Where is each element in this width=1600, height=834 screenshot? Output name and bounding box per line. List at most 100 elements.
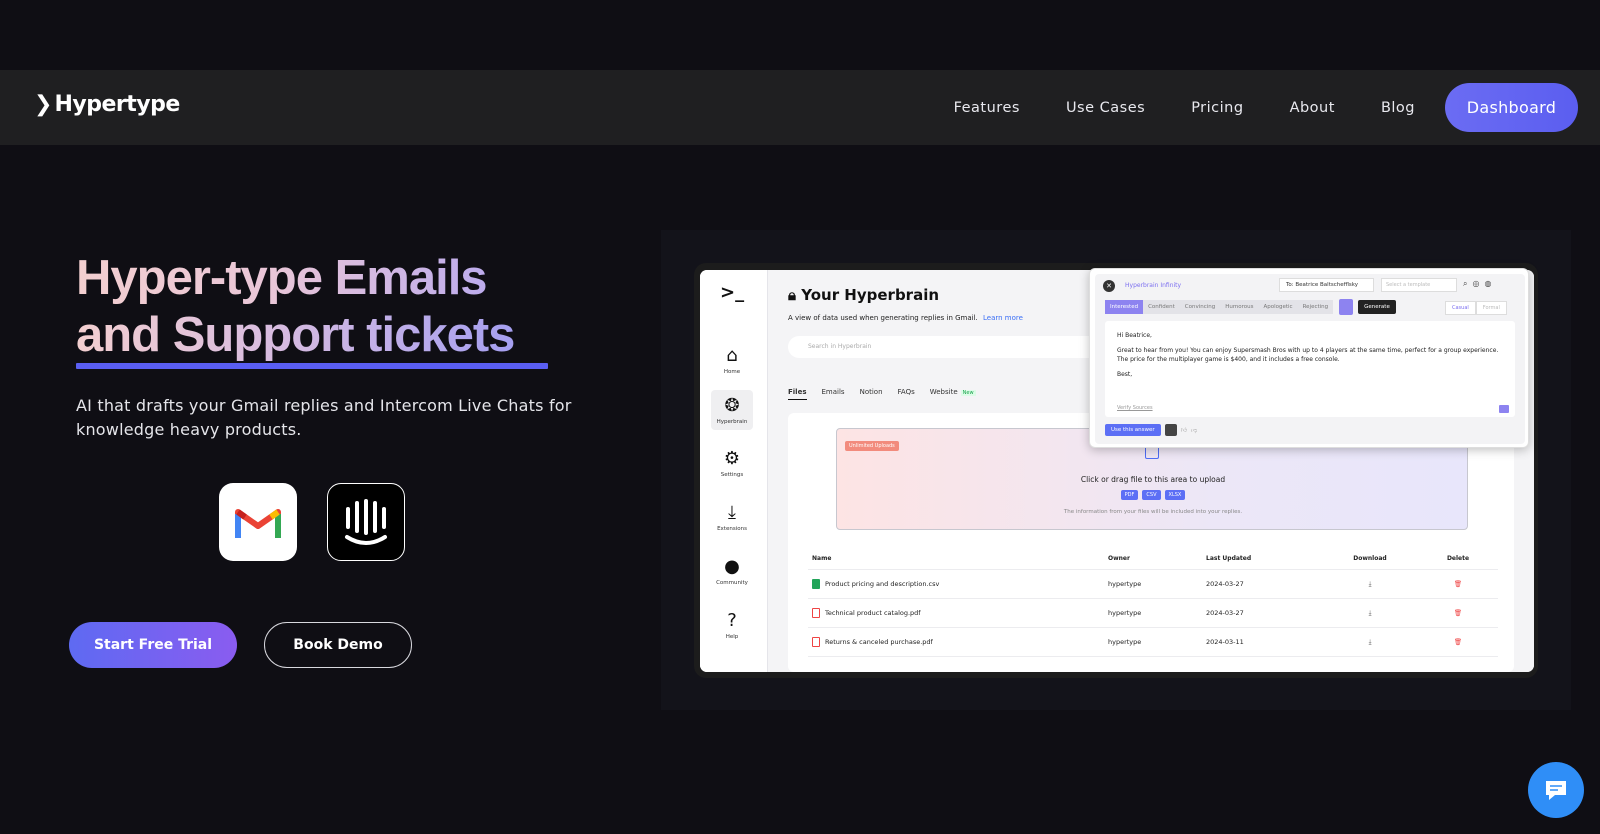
sidebar-item-label: Home: [723, 368, 741, 375]
table-row: Product pricing and description.csv hype…: [808, 570, 1498, 599]
sidebar-item-settings[interactable]: ⚙ Settings: [711, 443, 753, 483]
lock-icon: 🔒︎: [788, 286, 796, 304]
gmail-icon: [219, 483, 297, 561]
updated-cell: 2024-03-27: [1206, 580, 1244, 588]
sidebar-item-help[interactable]: ? Help: [711, 605, 753, 645]
use-this-answer-button[interactable]: Use this answer: [1105, 424, 1161, 436]
app-title-text: Your Hyperbrain: [801, 286, 940, 304]
learn-more-link[interactable]: Learn more: [983, 314, 1023, 322]
download-icon: ⤓: [728, 501, 736, 523]
nav-link-pricing[interactable]: Pricing: [1191, 100, 1243, 116]
copy-icon[interactable]: [1164, 424, 1177, 436]
tone-confident[interactable]: Confident: [1143, 300, 1180, 314]
hero-title-line-2: and Support tickets: [76, 308, 515, 362]
dashboard-button[interactable]: Dashboard: [1445, 83, 1578, 132]
tone-rejecting[interactable]: Rejecting: [1297, 300, 1334, 314]
nav-links: Features Use Cases Pricing About Blog Da…: [908, 70, 1600, 145]
table-row: Technical product catalog.pdf hypertype …: [808, 599, 1498, 628]
new-badge: New: [960, 390, 976, 396]
file-type-badge: XLSX: [1164, 490, 1186, 500]
tone-convincing[interactable]: Convincing: [1179, 300, 1221, 314]
reply-popup-inner: ✕ Hyperbrain Infinity To: Beatrice Balts…: [1095, 274, 1525, 444]
lightbulb-icon[interactable]: [1339, 299, 1354, 315]
app-description-text: A view of data used when generating repl…: [788, 314, 978, 322]
download-icon[interactable]: ⤓: [1322, 580, 1418, 589]
tabs: Files Emails Notion FAQs Website New: [788, 388, 976, 400]
app-sidebar: >_ ⌂ Home ❂ Hyperbrain ⚙ Settings ⤓ Exte…: [700, 270, 768, 672]
csv-file-icon: [812, 579, 820, 589]
download-icon[interactable]: ⤓: [1322, 638, 1418, 647]
chat-launcher-button[interactable]: [1528, 762, 1584, 818]
owner-cell: hypertype: [1108, 638, 1142, 646]
use-answer-bar: Use this answer 👍︎ 👎︎: [1105, 424, 1197, 436]
nav-link-about[interactable]: About: [1290, 100, 1335, 116]
sidebar-item-home[interactable]: ⌂ Home: [711, 340, 753, 380]
nav-link-blog[interactable]: Blog: [1381, 100, 1415, 116]
tone-interested[interactable]: Interested: [1105, 300, 1144, 314]
owner-cell: hypertype: [1108, 580, 1142, 588]
gear-icon: ⚙: [723, 447, 741, 469]
book-demo-button[interactable]: Book Demo: [264, 622, 412, 668]
trash-icon[interactable]: 🗑︎: [1418, 580, 1498, 588]
style-toggle: Casual Formal: [1445, 301, 1507, 315]
sources-icon[interactable]: [1499, 405, 1509, 413]
top-navbar: ❯ Hypertype Features Use Cases Pricing A…: [0, 70, 1600, 145]
tone-apologetic[interactable]: Apologetic: [1258, 300, 1298, 314]
tab-website[interactable]: Website New: [930, 388, 976, 400]
style-formal[interactable]: Formal: [1475, 301, 1507, 315]
search-input[interactable]: Search in Hyperbrain: [788, 336, 1128, 358]
tab-website-label: Website: [929, 388, 958, 396]
title-underline: [76, 363, 548, 369]
tone-humorous[interactable]: Humorous: [1220, 300, 1259, 314]
trash-icon[interactable]: 🗑︎: [1418, 638, 1498, 646]
recipient-field[interactable]: To: Beatrice Baltschefflsky: [1279, 278, 1374, 292]
hypertype-logo[interactable]: ❯ Hypertype: [34, 92, 180, 117]
draft-body[interactable]: Hi Beatrice, Great to hear from you! You…: [1105, 321, 1515, 417]
tab-files[interactable]: Files: [788, 388, 807, 400]
tab-emails[interactable]: Emails: [822, 388, 845, 400]
file-name-cell: Product pricing and description.csv: [808, 579, 1108, 589]
app-description: A view of data used when generating repl…: [788, 314, 1023, 322]
hero-subtitle: AI that drafts your Gmail replies and In…: [76, 396, 572, 439]
style-casual[interactable]: Casual: [1445, 301, 1476, 315]
refresh-icon[interactable]: ◎: [1472, 279, 1479, 289]
column-header: Delete: [1446, 555, 1470, 562]
sidebar-item-hyperbrain[interactable]: ❂ Hyperbrain: [711, 390, 753, 430]
close-icon[interactable]: ✕: [1103, 280, 1115, 292]
pdf-file-icon: [812, 608, 820, 618]
file-name: Returns & canceled purchase.pdf: [825, 638, 933, 646]
nav-link-features[interactable]: Features: [954, 100, 1020, 116]
generate-button[interactable]: Generate: [1358, 300, 1396, 314]
trash-icon[interactable]: 🗑︎: [1418, 609, 1498, 617]
nav-link-use-cases[interactable]: Use Cases: [1066, 100, 1145, 116]
start-free-trial-button[interactable]: Start Free Trial: [69, 622, 237, 668]
verify-sources-link[interactable]: Verify Sources: [1117, 404, 1153, 413]
search-icon[interactable]: ⌕: [1463, 279, 1467, 289]
table-row: Returns & canceled purchase.pdf hypertyp…: [808, 628, 1498, 657]
table-header: Name Owner Last Updated Download Delete: [808, 548, 1498, 570]
thumbs-down-icon[interactable]: 👎︎: [1191, 426, 1197, 434]
tab-faqs[interactable]: FAQs: [898, 388, 915, 400]
app-logo-icon: >_: [720, 282, 745, 303]
download-icon[interactable]: ⤓: [1322, 609, 1418, 618]
globe-icon[interactable]: ◍: [1484, 279, 1491, 289]
updated-cell: 2024-03-11: [1206, 638, 1244, 646]
sidebar-item-extensions[interactable]: ⤓ Extensions: [711, 497, 753, 537]
inbox-icon: [1145, 447, 1159, 459]
logo-text: Hypertype: [54, 92, 180, 117]
brain-icon: ❂: [724, 394, 740, 416]
template-select[interactable]: Select a template: [1381, 278, 1457, 292]
popup-tools: ⌕ ◎ ◍: [1463, 279, 1491, 289]
tone-selector: Interested Confident Convincing Humorous…: [1105, 299, 1396, 315]
draft-text: Great to hear from you! You can enjoy Su…: [1117, 347, 1499, 363]
column-header: Last Updated: [1206, 555, 1252, 562]
thumbs-up-icon[interactable]: 👍︎: [1181, 426, 1187, 434]
reply-popup: ✕ Hyperbrain Infinity To: Beatrice Balts…: [1089, 268, 1529, 448]
hero-title-line-1: Hyper-type Emails: [76, 250, 514, 307]
tab-notion[interactable]: Notion: [860, 388, 883, 400]
sidebar-item-community[interactable]: ● Community: [711, 551, 753, 591]
person-icon: ●: [724, 555, 740, 577]
chevron-right-icon: ❯: [34, 91, 53, 117]
sidebar-item-label: Settings: [720, 471, 744, 478]
column-header: Name: [812, 555, 832, 562]
